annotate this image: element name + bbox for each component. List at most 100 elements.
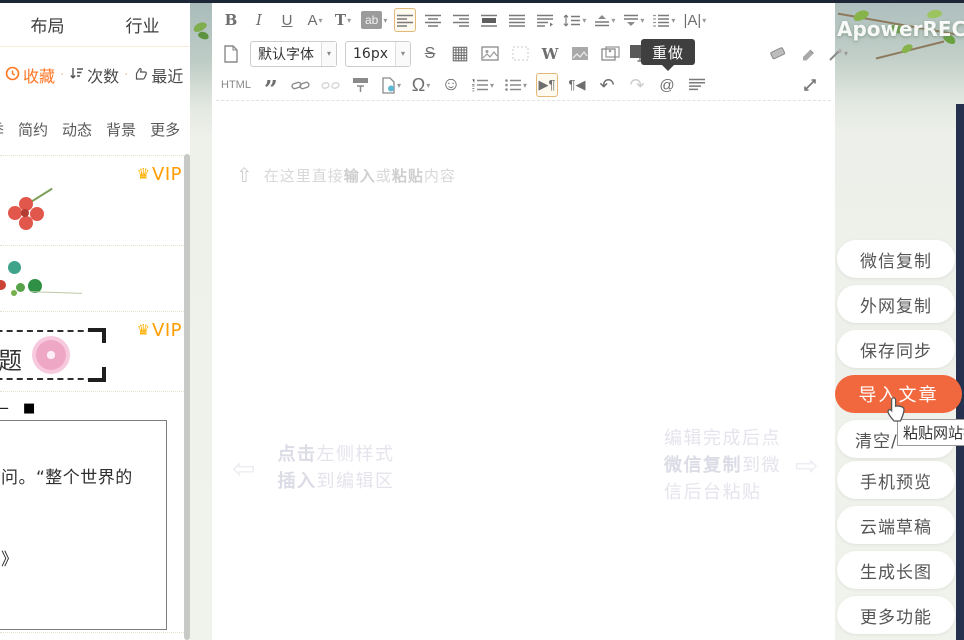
image-icon[interactable] [479, 42, 501, 66]
more-features-button[interactable]: 更多功能 [837, 596, 955, 634]
bold-button[interactable]: B [220, 8, 242, 32]
filter-favorites[interactable]: 收藏 [5, 63, 55, 87]
screen-recorder-watermark: ApowerREC [837, 17, 964, 41]
fullscreen-icon[interactable] [799, 73, 821, 97]
align-right-button[interactable] [450, 8, 472, 32]
omega-glyph: Ω [412, 75, 425, 96]
chevron-down-icon: ▾ [671, 16, 675, 25]
font-size-select[interactable]: 16px ▾ [345, 41, 411, 67]
style-sidebar: 布局 行业 收藏 · 次数 · 最近 季 简约 动态 背景 更多 [0, 3, 190, 640]
pink-flower-graphic [32, 336, 70, 374]
chevron-down-icon: ▾ [397, 81, 401, 90]
undo-button[interactable]: ↶ [596, 73, 618, 97]
text-card-icon[interactable] [350, 73, 372, 97]
save-sync-button[interactable]: 保存同步 [837, 330, 955, 368]
magic-wand-dropdown[interactable]: ▾ [827, 42, 849, 66]
eraser-icon[interactable] [767, 42, 789, 66]
html-source-button[interactable]: HTML [220, 73, 252, 97]
clock-circle-icon [5, 66, 20, 85]
letter-a-glyph: A [307, 12, 317, 29]
gallery-icon[interactable] [599, 42, 621, 66]
editor-area[interactable]: B I U A▾ T▾ ab▾ ▾ ▾ ▾ ▾ |A|▾ 默认字体 ▾ [212, 3, 835, 640]
new-document-icon[interactable] [220, 42, 242, 66]
emoji-button[interactable]: ☺ [440, 73, 462, 97]
category-dynamic[interactable]: 动态 [62, 119, 92, 140]
background-gap [190, 3, 212, 640]
sidebar-tabs: 布局 行业 [0, 3, 190, 47]
chevron-down-icon: ▾ [582, 16, 586, 25]
style-list: ♛ VIP ♛ VIP 题 [0, 155, 190, 633]
screenshot-icon[interactable] [509, 42, 531, 66]
category-more[interactable]: 更多 [150, 119, 180, 140]
align-center-button[interactable] [422, 8, 444, 32]
filter-recent[interactable]: 最近 [133, 63, 183, 87]
cloud-draft-button[interactable]: 云端草稿 [837, 506, 955, 544]
sidebar-scrollbar[interactable] [184, 154, 190, 640]
strikethrough-button[interactable]: S [419, 42, 441, 66]
font-color-dropdown[interactable]: T▾ [332, 8, 354, 32]
style-item-title-frame[interactable]: ♛ VIP 题 [0, 311, 190, 391]
category-background[interactable]: 背景 [106, 119, 136, 140]
image-upload-icon[interactable] [569, 42, 591, 66]
wrap-text-button[interactable] [534, 8, 556, 32]
link-icon[interactable] [290, 73, 312, 97]
toolbar-row-1: B I U A▾ T▾ ab▾ ▾ ▾ ▾ ▾ |A|▾ [212, 3, 835, 37]
style-item-plants[interactable] [0, 245, 190, 311]
font-family-value: 默认字体 [251, 44, 321, 64]
arrow-right-icon: ⇨ [795, 449, 818, 482]
editor-placeholder: ⇧ 在这里直接输入或粘贴内容 [236, 163, 456, 187]
special-char-dropdown[interactable]: Ω▾ [410, 73, 432, 97]
page-color-dropdown[interactable]: ▾ [380, 73, 402, 97]
indent-dropdown[interactable]: ▾ [651, 8, 676, 32]
window-right-edge [956, 104, 964, 640]
chevron-down-icon: ▾ [490, 81, 494, 90]
highlight-color-dropdown[interactable]: ab▾ [360, 8, 388, 32]
external-copy-button[interactable]: 外网复制 [837, 285, 955, 323]
category-simple[interactable]: 简约 [18, 119, 48, 140]
insert-block-button[interactable] [478, 8, 500, 32]
long-image-button[interactable]: 生成长图 [837, 551, 955, 589]
action-sidebar: ApowerREC 微信复制 外网复制 保存同步 导入文章 清空/ 手机预览 云… [835, 3, 964, 640]
tab-industry[interactable]: 行业 [95, 12, 190, 37]
italic-button[interactable]: I [248, 8, 270, 32]
ordered-list-dropdown[interactable]: ▾ [470, 73, 495, 97]
space-after-dropdown[interactable]: ▾ [622, 8, 645, 32]
redo-button[interactable]: ↷ [626, 73, 648, 97]
tab-layout[interactable]: 布局 [0, 12, 95, 37]
crown-icon: ♛ [137, 167, 150, 182]
outdent-paragraph-button[interactable]: ¶◀ [566, 73, 588, 97]
filter-recent-label: 最近 [151, 63, 183, 87]
bullet-list-dropdown[interactable]: ▾ [503, 73, 528, 97]
letter-spacing-dropdown[interactable]: |A|▾ [682, 8, 707, 32]
align-left-button[interactable] [394, 8, 416, 32]
wechat-copy-button[interactable]: 微信复制 [837, 240, 955, 278]
style-item-flower[interactable]: ♛ VIP [0, 155, 190, 245]
underline-button[interactable]: U [276, 8, 298, 32]
crown-icon: ♛ [137, 323, 150, 338]
filter-usage-count[interactable]: 次数 [69, 63, 119, 87]
word-import-icon[interactable]: W [539, 42, 561, 66]
format-brush-icon[interactable] [797, 42, 819, 66]
chevron-down-icon: ▾ [702, 16, 706, 25]
ab-glyph: ab [361, 11, 382, 29]
chevron-down-icon: ▾ [319, 16, 323, 25]
chevron-down-icon: ▾ [426, 81, 430, 90]
at-search-button[interactable]: @ [656, 73, 678, 97]
font-family-select[interactable]: 默认字体 ▾ [250, 41, 337, 67]
phone-preview-button[interactable]: 手机预览 [837, 461, 955, 499]
preview-quote-close: 》 [1, 545, 18, 570]
app-window: 布局 行业 收藏 · 次数 · 最近 季 简约 动态 背景 更多 [0, 0, 964, 640]
table-icon[interactable]: ▦ [449, 42, 471, 66]
space-before-dropdown[interactable]: ▾ [593, 8, 616, 32]
font-size-a-dropdown[interactable]: A▾ [304, 8, 326, 32]
blockquote-button[interactable]: ” [260, 73, 282, 97]
line-height-dropdown[interactable]: ▾ [562, 8, 587, 32]
clear-format-icon[interactable] [686, 73, 708, 97]
red-flower-graphic [8, 196, 68, 245]
unlink-icon[interactable] [320, 73, 342, 97]
indent-paragraph-button[interactable]: ▶¶ [536, 73, 558, 97]
align-justify-button[interactable] [506, 8, 528, 32]
style-item-quote-preview[interactable]: — ■ 问。“整个世界的 》 [0, 391, 190, 633]
category-season[interactable]: 季 [0, 119, 4, 140]
arrow-up-icon: ⇧ [236, 163, 254, 187]
